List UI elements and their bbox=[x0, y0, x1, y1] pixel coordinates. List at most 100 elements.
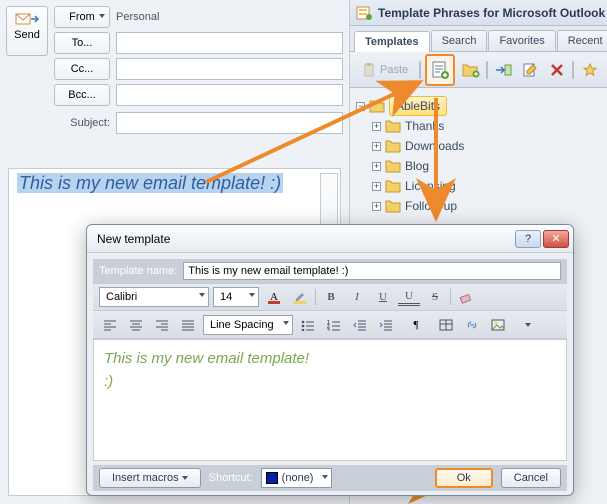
double-underline-button[interactable]: U bbox=[398, 289, 420, 306]
folder-icon bbox=[385, 119, 401, 133]
italic-button[interactable]: I bbox=[346, 287, 368, 307]
expand-icon[interactable]: + bbox=[372, 162, 381, 171]
chevron-down-icon bbox=[199, 293, 205, 297]
template-editor[interactable]: This is my new email template!:) bbox=[93, 339, 567, 461]
cancel-button[interactable]: Cancel bbox=[501, 468, 561, 488]
send-button[interactable]: Send bbox=[6, 6, 48, 56]
highlight-color-button[interactable] bbox=[289, 287, 311, 307]
format-toolbar-2: Line Spacing 123 ¶ bbox=[93, 311, 567, 339]
strikethrough-button[interactable]: S bbox=[424, 287, 446, 307]
cc-button[interactable]: Cc... bbox=[54, 58, 110, 80]
chevron-down-icon bbox=[249, 293, 255, 297]
align-center-button[interactable] bbox=[125, 315, 147, 335]
close-button[interactable]: ✕ bbox=[543, 230, 569, 248]
bold-button[interactable]: B bbox=[320, 287, 342, 307]
svg-text:3: 3 bbox=[327, 328, 330, 331]
bcc-field[interactable] bbox=[116, 84, 343, 106]
dialog-footer: Insert macros Shortcut: (none) Ok Cancel bbox=[93, 465, 567, 491]
from-button[interactable]: From bbox=[54, 6, 110, 28]
template-tree[interactable]: − AbleBits + Thanks + Downloads + Blog +… bbox=[350, 88, 607, 224]
subject-field[interactable] bbox=[116, 112, 343, 134]
star-icon bbox=[583, 63, 597, 77]
ok-button[interactable]: Ok bbox=[435, 468, 493, 488]
tree-root-label: AbleBits bbox=[389, 96, 447, 116]
eraser-icon bbox=[459, 290, 473, 304]
highlight-icon bbox=[293, 290, 307, 304]
outdent-button[interactable] bbox=[349, 315, 371, 335]
align-justify-button[interactable] bbox=[177, 315, 199, 335]
numbering-button[interactable]: 123 bbox=[323, 315, 345, 335]
paste-button[interactable]: Paste bbox=[356, 58, 415, 82]
color-swatch-icon bbox=[266, 472, 278, 484]
align-justify-icon bbox=[181, 319, 195, 331]
tree-root[interactable]: − AbleBits bbox=[356, 96, 601, 116]
collapse-icon[interactable]: − bbox=[356, 102, 365, 111]
bcc-button[interactable]: Bcc... bbox=[54, 84, 110, 106]
image-icon bbox=[491, 319, 505, 331]
align-right-icon bbox=[155, 319, 169, 331]
clear-format-button[interactable] bbox=[455, 287, 477, 307]
chevron-down-icon bbox=[182, 476, 188, 480]
align-right-button[interactable] bbox=[151, 315, 173, 335]
bullets-button[interactable] bbox=[297, 315, 319, 335]
chevron-down-icon bbox=[283, 321, 289, 325]
template-name-input[interactable] bbox=[183, 262, 561, 280]
insert-link-button[interactable] bbox=[461, 315, 483, 335]
send-label: Send bbox=[14, 29, 40, 41]
expand-icon[interactable]: + bbox=[372, 142, 381, 151]
favorite-button[interactable] bbox=[578, 58, 601, 82]
panel-tabs: Templates Search Favorites Recent bbox=[350, 26, 607, 52]
folder-icon bbox=[385, 179, 401, 193]
insert-table-button[interactable] bbox=[435, 315, 457, 335]
tab-search[interactable]: Search bbox=[431, 30, 488, 51]
import-button[interactable] bbox=[492, 58, 515, 82]
expand-icon[interactable]: + bbox=[372, 182, 381, 191]
delete-button[interactable] bbox=[546, 58, 569, 82]
underline-button[interactable]: U bbox=[372, 287, 394, 307]
mail-send-icon bbox=[15, 11, 39, 27]
paragraph-button[interactable]: ¶ bbox=[405, 315, 427, 335]
shortcut-combo[interactable]: (none) bbox=[261, 468, 333, 488]
insert-image-button[interactable] bbox=[487, 315, 509, 335]
tree-item-thanks[interactable]: + Thanks bbox=[356, 116, 601, 136]
tree-item-blog[interactable]: + Blog bbox=[356, 156, 601, 176]
selected-body-text: This is my new email template! :) bbox=[17, 173, 283, 193]
font-name-combo[interactable]: Calibri bbox=[99, 287, 209, 307]
outdent-icon bbox=[353, 319, 367, 331]
expand-icon[interactable]: + bbox=[372, 122, 381, 131]
new-template-button[interactable] bbox=[425, 54, 455, 86]
editor-text: This is my new email template!:) bbox=[104, 348, 556, 393]
delete-icon bbox=[550, 63, 564, 77]
help-button[interactable]: ? bbox=[515, 230, 541, 248]
insert-macros-button[interactable]: Insert macros bbox=[99, 468, 201, 488]
to-button[interactable]: To... bbox=[54, 32, 110, 54]
indent-button[interactable] bbox=[375, 315, 397, 335]
tab-recent[interactable]: Recent bbox=[557, 30, 607, 51]
cc-field[interactable] bbox=[116, 58, 343, 80]
tree-item-downloads[interactable]: + Downloads bbox=[356, 136, 601, 156]
expand-icon[interactable]: + bbox=[372, 202, 381, 211]
separator bbox=[450, 289, 451, 305]
more-button[interactable] bbox=[517, 315, 539, 335]
line-spacing-combo[interactable]: Line Spacing bbox=[203, 315, 293, 335]
align-left-button[interactable] bbox=[99, 315, 121, 335]
help-icon: ? bbox=[525, 233, 531, 245]
tab-templates[interactable]: Templates bbox=[354, 31, 430, 52]
to-field[interactable] bbox=[116, 32, 343, 54]
edit-button[interactable] bbox=[519, 58, 542, 82]
subject-label: Subject: bbox=[54, 112, 110, 134]
new-folder-icon bbox=[462, 62, 480, 78]
link-icon bbox=[465, 319, 479, 331]
tree-item-licensing[interactable]: + Licensing bbox=[356, 176, 601, 196]
new-folder-button[interactable] bbox=[459, 58, 482, 82]
panel-title: Template Phrases for Microsoft Outlook bbox=[350, 0, 607, 26]
format-toolbar-1: Calibri 14 A B I U U S bbox=[93, 283, 567, 311]
font-size-combo[interactable]: 14 bbox=[213, 287, 259, 307]
chevron-down-icon bbox=[525, 323, 531, 327]
tree-item-followup[interactable]: + Follow-up bbox=[356, 196, 601, 216]
template-phrases-icon bbox=[356, 5, 372, 21]
font-color-button[interactable]: A bbox=[263, 287, 285, 307]
numbering-icon: 123 bbox=[327, 319, 341, 331]
tab-favorites[interactable]: Favorites bbox=[488, 30, 555, 51]
template-name-label: Template name: bbox=[99, 265, 177, 277]
